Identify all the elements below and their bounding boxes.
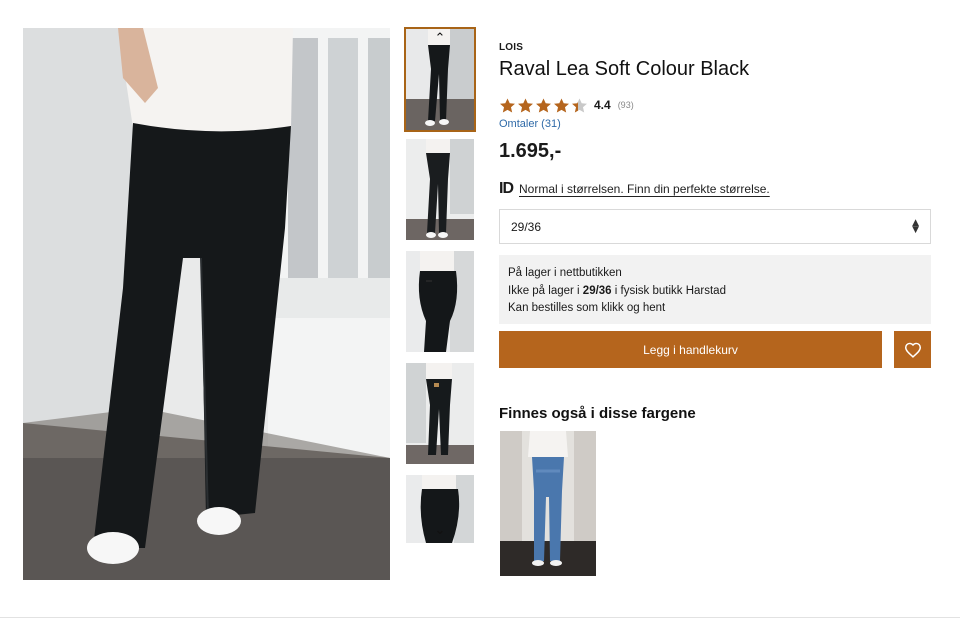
star-icon bbox=[500, 97, 515, 113]
star-icon bbox=[572, 97, 587, 113]
page-divider bbox=[0, 617, 960, 618]
size-id-icon: ID bbox=[499, 180, 514, 197]
thumbnail-scroll-down-button[interactable]: ⌄ bbox=[430, 522, 450, 538]
size-select[interactable]: 29/36 ▲ ▼ bbox=[499, 209, 931, 244]
size-hint-link[interactable]: Normal i størrelsen. Finn din perfekte s… bbox=[519, 182, 770, 196]
variant-photo bbox=[500, 431, 596, 576]
add-to-cart-button[interactable]: Legg i handlekurv bbox=[499, 331, 882, 368]
size-hint[interactable]: ID Normal i størrelsen. Finn din perfekt… bbox=[499, 180, 770, 198]
rating-stars bbox=[499, 97, 588, 114]
stock-online: På lager i nettbutikken bbox=[508, 267, 622, 279]
wishlist-button[interactable] bbox=[894, 331, 931, 368]
star-icon bbox=[554, 97, 569, 113]
chevron-down-icon: ⌄ bbox=[434, 522, 446, 538]
stock-store: Ikke på lager i 29/36 i fysisk butikk Ha… bbox=[508, 284, 726, 297]
thumbnail-strip: ⌃ ⌄ bbox=[404, 27, 476, 543]
product-price: 1.695,- bbox=[499, 140, 562, 162]
rating-count: (93) bbox=[617, 100, 634, 110]
stock-info: På lager i nettbutikken Ikke på lager i … bbox=[499, 255, 931, 324]
thumbnail-4[interactable] bbox=[406, 363, 474, 464]
product-brand[interactable]: LOIS bbox=[499, 42, 523, 53]
chevron-up-down-icon: ▲ ▼ bbox=[912, 217, 919, 235]
size-select-value: 29/36 bbox=[511, 219, 542, 234]
variants-title: Finnes også i disse fargene bbox=[499, 405, 696, 422]
product-title: Raval Lea Soft Colour Black bbox=[499, 58, 750, 80]
variant-swatch-blue[interactable] bbox=[500, 431, 596, 576]
star-icon bbox=[518, 97, 533, 113]
rating-value: 4.4 bbox=[594, 98, 611, 112]
heart-icon bbox=[904, 342, 921, 358]
chevron-up-icon: ⌃ bbox=[434, 30, 446, 46]
star-icon bbox=[536, 97, 551, 113]
stock-click-collect: Kan bestilles som klikk og hent bbox=[508, 302, 666, 314]
product-photo bbox=[23, 28, 390, 580]
product-rating[interactable]: 4.4 (93) bbox=[499, 96, 634, 114]
thumbnail-3[interactable] bbox=[406, 251, 474, 352]
main-product-image[interactable] bbox=[23, 28, 390, 580]
thumbnail-2[interactable] bbox=[406, 139, 474, 240]
reviews-link[interactable]: Omtaler (31) bbox=[499, 118, 561, 130]
thumbnail-scroll-up-button[interactable]: ⌃ bbox=[430, 30, 450, 46]
